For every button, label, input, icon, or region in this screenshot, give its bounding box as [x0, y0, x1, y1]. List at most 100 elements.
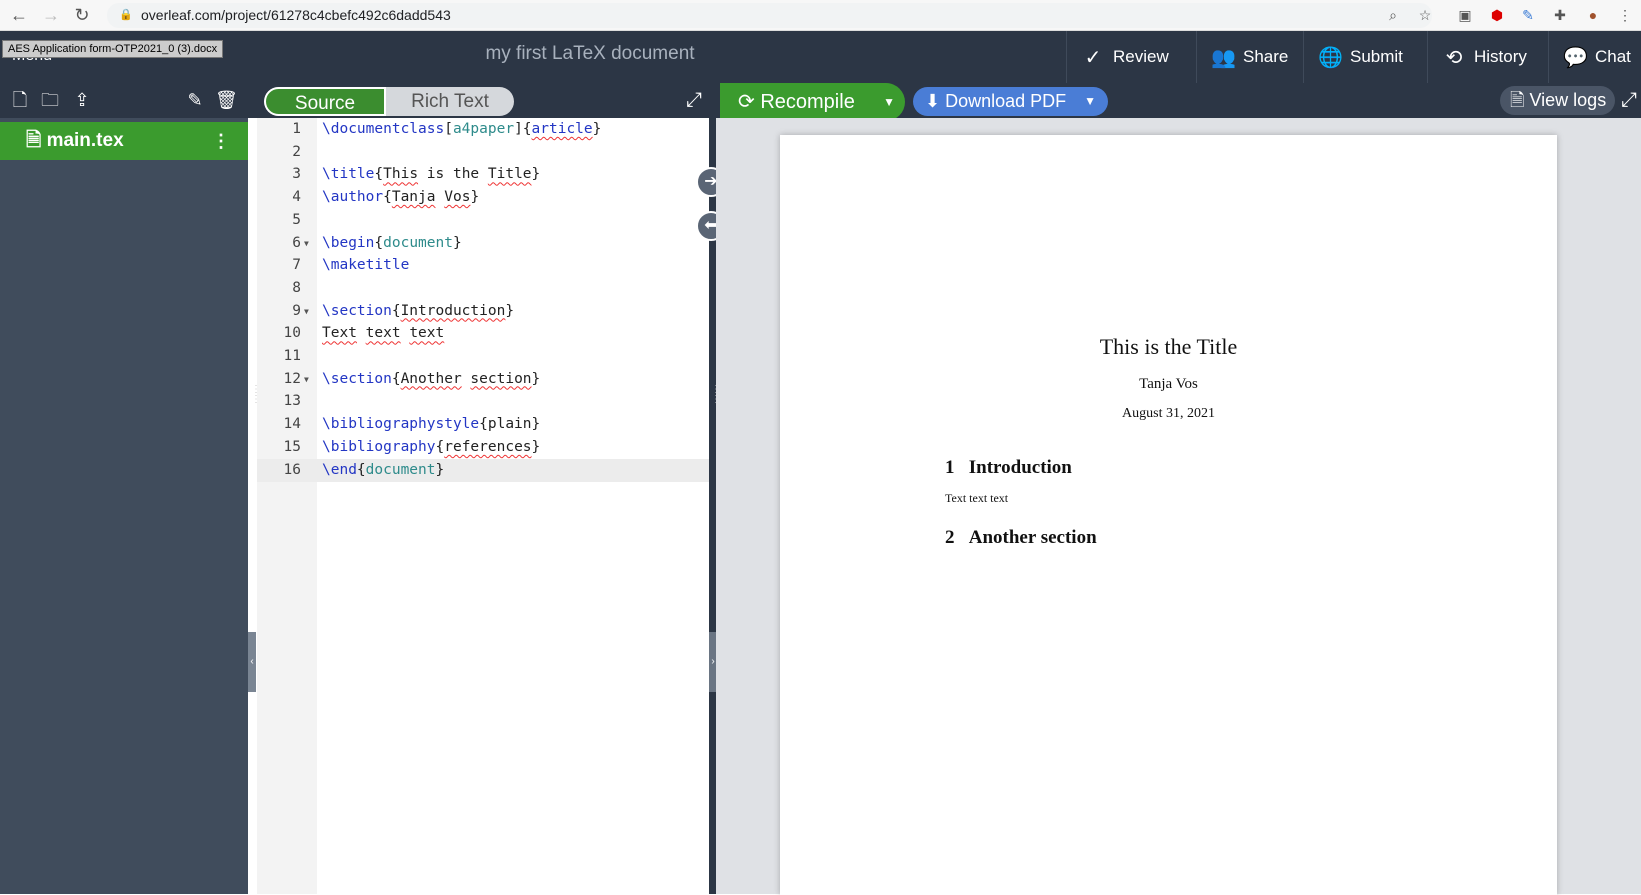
chat-button[interactable]: 💬 Chat	[1548, 31, 1641, 83]
code-line[interactable]: 8	[257, 277, 709, 300]
recompile-dropdown-icon[interactable]: ▼	[883, 83, 895, 121]
download-pdf-button[interactable]: ⬇ Download PDF ▼	[913, 87, 1108, 116]
line-number: 5	[292, 211, 301, 228]
rich-text-tab[interactable]: Rich Text	[386, 87, 514, 116]
code-line[interactable]: 3 \title{This is the Title}	[257, 163, 709, 186]
code-line[interactable]: 2	[257, 141, 709, 164]
pdf-section-body: Text text text	[945, 491, 1009, 505]
history-icon: ⟲	[1445, 46, 1463, 69]
zoom-icon[interactable]: ⌕	[1383, 5, 1403, 25]
recompile-button[interactable]: ⟳ Recompile ▼	[720, 83, 905, 121]
code-text: \section{Introduction}	[322, 302, 515, 319]
line-number: 13	[283, 393, 301, 410]
chat-icon: 💬	[1563, 46, 1588, 69]
line-number: 2	[292, 143, 301, 160]
address-bar[interactable]: 🔒 overleaf.com/project/61278c4cbefc492c6…	[107, 3, 1432, 28]
code-text: \end{document}	[322, 461, 445, 478]
code-text: \bibliographystyle{plain}	[322, 416, 541, 433]
lock-icon: 🔒	[119, 9, 133, 21]
extension-icon[interactable]: ▣	[1455, 5, 1475, 25]
users-icon: 👥	[1211, 46, 1236, 69]
file-icon: 🗎	[26, 130, 47, 151]
avatar[interactable]: ●	[1583, 5, 1603, 25]
back-icon[interactable]: ←	[8, 4, 30, 26]
bookmark-star-icon[interactable]: ☆	[1415, 5, 1435, 25]
code-text: Text text text	[322, 325, 445, 342]
file-item-main-tex[interactable]: 🗎 main.tex ⋮	[0, 122, 248, 160]
download-dropdown-icon[interactable]: ▼	[1084, 87, 1096, 116]
more-icon[interactable]: ⋮	[1615, 5, 1635, 25]
line-number: 15	[283, 438, 301, 455]
expand-pdf-icon[interactable]: ⤢	[1618, 89, 1640, 112]
reload-icon[interactable]: ↻	[71, 4, 93, 26]
code-line[interactable]: 16 \end{document}	[257, 458, 709, 482]
line-number: 4	[292, 189, 301, 206]
url-text: overleaf.com/project/61278c4cbefc492c6da…	[141, 7, 451, 23]
file-tree: 🗎 main.tex ⋮ ‹ ⋮ ⋮	[0, 118, 261, 894]
editor-mode-toggle: Source Rich Text	[264, 87, 514, 116]
code-text: \bibliography{references}	[322, 438, 541, 455]
line-number: 9	[292, 302, 301, 319]
globe-icon: 🌐	[1318, 46, 1343, 69]
line-number: 8	[292, 279, 301, 296]
code-text: \documentclass[a4paper]{article}	[322, 121, 602, 137]
code-text: \title{This is the Title}	[322, 166, 541, 183]
pen-extension-icon[interactable]: ✎	[1518, 5, 1538, 25]
puzzle-icon[interactable]: ✚	[1550, 5, 1570, 25]
file-menu-icon[interactable]: ⋮	[212, 122, 230, 160]
share-button[interactable]: 👥 Share	[1196, 31, 1302, 83]
code-line[interactable]: 10 Text text text	[257, 322, 709, 345]
forward-icon[interactable]: →	[40, 4, 62, 26]
code-line[interactable]: 6 ▼ \begin{document}	[257, 232, 709, 255]
rename-pencil-icon[interactable]: ✎	[184, 88, 206, 112]
code-editor[interactable]: 1 \documentclass[a4paper]{article} 2 3 \titl…	[257, 118, 709, 894]
code-line[interactable]: 9 ▼ \section{Introduction}	[257, 300, 709, 323]
tooltip: AES Application form-OTP2021_0 (3).docx	[2, 40, 224, 58]
line-number: 16	[283, 461, 301, 478]
line-number: 1	[292, 121, 301, 137]
project-title[interactable]: my first LaTeX document	[430, 43, 750, 65]
new-folder-icon[interactable]: 🗀	[39, 88, 61, 112]
resize-grip[interactable]: ⋮ ⋮	[251, 385, 261, 415]
browser-chrome: ← → ↻ 🔒 overleaf.com/project/61278c4cbef…	[0, 0, 1641, 31]
code-line[interactable]: 5	[257, 209, 709, 232]
collapse-sidebar-handle[interactable]: ‹	[248, 632, 256, 692]
code-line[interactable]: 14 \bibliographystyle{plain}	[257, 413, 709, 436]
review-button[interactable]: ✓ Review	[1066, 31, 1183, 83]
submit-button[interactable]: 🌐 Submit	[1303, 31, 1417, 83]
line-number: 6	[292, 234, 301, 251]
code-line[interactable]: 7 \maketitle	[257, 254, 709, 277]
delete-trash-icon[interactable]: 🗑	[215, 88, 238, 112]
fold-toggle-icon[interactable]: ▼	[304, 232, 309, 255]
pdf-title: This is the Title	[1099, 334, 1238, 359]
line-number: 10	[283, 325, 301, 342]
new-file-icon[interactable]: 🗋	[9, 88, 31, 112]
pdf-page: This is the Title Tanja Vos August 31, 2…	[780, 135, 1557, 895]
line-number: 3	[292, 166, 301, 183]
fold-toggle-icon[interactable]: ▼	[304, 300, 309, 323]
pdf-date: August 31, 2021	[1122, 406, 1215, 421]
pdf-section-heading: 1 Introduction	[945, 457, 1072, 478]
code-line[interactable]: 13	[257, 390, 709, 413]
code-text: \begin{document}	[322, 234, 462, 251]
code-line[interactable]: 15 \bibliography{references}	[257, 436, 709, 459]
history-button[interactable]: ⟲ History	[1427, 31, 1541, 83]
code-line[interactable]: 1 \documentclass[a4paper]{article}	[257, 118, 709, 141]
adblock-icon[interactable]: ⬢	[1487, 5, 1507, 25]
download-icon: ⬇	[925, 91, 946, 111]
expand-editor-icon[interactable]: ⤢	[683, 89, 705, 112]
fold-toggle-icon[interactable]: ▼	[304, 368, 309, 391]
code-line[interactable]: 12 ▼ \section{Another section}	[257, 368, 709, 391]
code-line[interactable]: 11	[257, 345, 709, 368]
line-number: 11	[283, 348, 301, 364]
line-number: 12	[283, 370, 301, 387]
upload-icon[interactable]: ⇪	[71, 88, 93, 112]
resize-grip-right[interactable]: ⋮⋮	[711, 385, 721, 415]
source-tab[interactable]: Source	[264, 87, 386, 116]
code-line[interactable]: 4 \author{Tanja Vos}	[257, 186, 709, 209]
pdf-author: Tanja Vos	[1139, 376, 1198, 392]
line-number: 14	[283, 416, 301, 433]
code-text: \section{Another section}	[322, 370, 541, 387]
editor-header: Menu AES Application form-OTP2021_0 (3).…	[0, 31, 1641, 83]
view-logs-button[interactable]: 🗎 View logs	[1500, 86, 1615, 115]
